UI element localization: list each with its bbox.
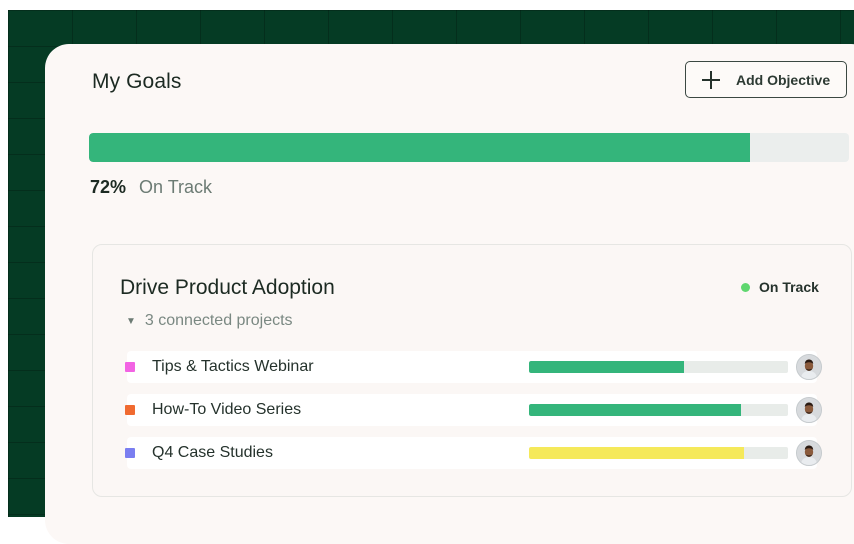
objective-status-badge: On Track [741, 279, 819, 295]
project-color-icon [125, 405, 135, 415]
project-progress-fill [529, 404, 742, 416]
project-name: Q4 Case Studies [152, 444, 273, 461]
user-avatar[interactable] [796, 397, 822, 423]
project-progress-bar [529, 404, 788, 416]
overall-percent: 72% [90, 177, 127, 197]
plus-icon [701, 70, 721, 90]
objective-title: Drive Product Adoption [120, 276, 335, 299]
project-progress-bar [529, 447, 788, 459]
project-name: Tips & Tactics Webinar [152, 358, 314, 375]
add-objective-label: Add Objective [736, 71, 831, 88]
user-avatar[interactable] [796, 354, 822, 380]
project-progress-bar [529, 361, 788, 373]
connected-projects-label: 3 connected projects [144, 312, 293, 329]
project-name: How-To Video Series [152, 401, 302, 418]
overall-status: On Track [139, 177, 213, 197]
project-row[interactable]: Tips & Tactics Webinar [115, 351, 833, 383]
status-dot-icon [741, 282, 750, 292]
overall-progress-fill [89, 133, 751, 162]
user-avatar[interactable] [796, 440, 822, 466]
add-objective-button[interactable]: Add Objective [685, 61, 847, 98]
project-row[interactable]: How-To Video Series [115, 394, 833, 426]
project-row[interactable]: Q4 Case Studies [115, 437, 833, 469]
project-color-icon [125, 362, 135, 372]
project-progress-fill [529, 447, 744, 459]
page-title: My Goals [92, 70, 182, 93]
caret-down-icon: ▼ [126, 315, 136, 327]
objective-status-label: On Track [759, 279, 819, 295]
project-color-icon [125, 448, 135, 458]
overall-progress-bar [89, 133, 849, 162]
connected-projects-toggle[interactable]: ▼ 3 connected projects [126, 312, 293, 330]
objective-card[interactable]: Drive Product Adoption On Track ▼ 3 conn… [92, 244, 852, 497]
project-progress-fill [529, 361, 685, 373]
goals-panel: My Goals Add Objective 72% On Track Driv… [45, 44, 854, 544]
